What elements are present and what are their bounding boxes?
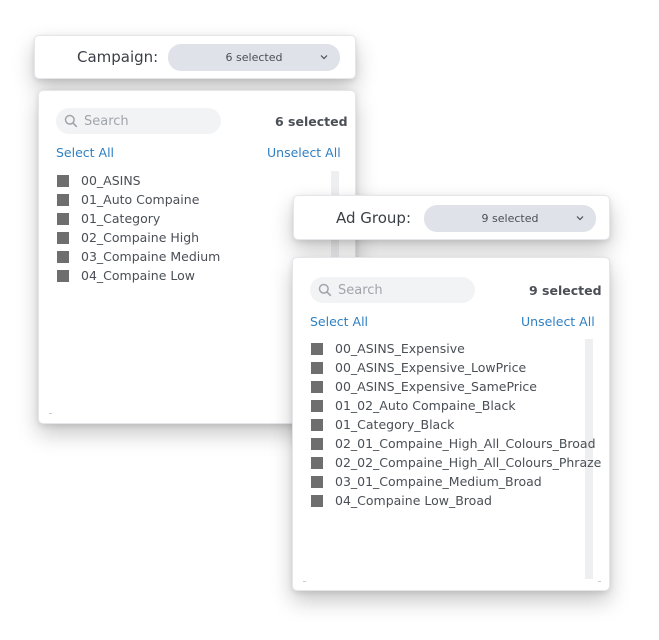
checkbox[interactable] (311, 437, 323, 450)
list-item[interactable]: 04_Compaine Low (57, 266, 220, 285)
list-item[interactable]: 00_ASINS (57, 171, 220, 190)
checkbox[interactable] (311, 380, 323, 393)
ad-group-dropdown[interactable]: 9 selected (424, 205, 596, 232)
list-item[interactable]: 03_Compaine Medium (57, 247, 220, 266)
ad-group-dropdown-value: 9 selected (481, 212, 539, 225)
list-item-label: 01_Category (81, 211, 161, 226)
checkbox[interactable] (311, 475, 323, 488)
ad-group-search-input[interactable]: Search (310, 277, 475, 303)
chevron-down-icon (576, 216, 584, 221)
checkbox[interactable] (311, 456, 323, 469)
campaign-search-placeholder: Search (84, 113, 129, 129)
list-item-label: 00_ASINS_Expensive (335, 341, 465, 356)
checkbox[interactable] (311, 494, 323, 507)
ad-group-dropdown-panel: Search 9 selected Select All Unselect Al… (292, 257, 610, 591)
list-item-label: 02_01_Compaine_High_All_Colours_Broad (335, 436, 596, 451)
campaign-dropdown[interactable]: 6 selected (168, 44, 340, 71)
list-item[interactable]: 01_Category (57, 209, 220, 228)
list-item-label: 03_01_Compaine_Medium_Broad (335, 474, 542, 489)
list-item[interactable]: 01_Category_Black (311, 415, 601, 434)
campaign-search-input[interactable]: Search (56, 108, 221, 134)
checkbox[interactable] (311, 418, 323, 431)
checkbox[interactable] (57, 193, 69, 206)
list-item-label: 00_ASINS_Expensive_SamePrice (335, 379, 537, 394)
list-item[interactable]: 00_ASINS_Expensive_LowPrice (311, 358, 601, 377)
list-item[interactable]: 01_02_Auto Compaine_Black (311, 396, 601, 415)
checkbox[interactable] (311, 342, 323, 355)
campaign-select-all-link[interactable]: Select All (56, 145, 114, 160)
campaign-options-list: 00_ASINS 01_Auto Compaine 01_Category 02… (57, 171, 220, 285)
resize-corner (598, 581, 601, 582)
checkbox[interactable] (57, 174, 69, 187)
checkbox[interactable] (311, 399, 323, 412)
checkbox[interactable] (57, 212, 69, 225)
list-item[interactable]: 00_ASINS_Expensive_SamePrice (311, 377, 601, 396)
checkbox[interactable] (57, 250, 69, 263)
ad-group-filter-header: Ad Group: 9 selected (293, 195, 610, 240)
filter-stage: Campaign: 6 selected Search 6 selected S… (0, 0, 659, 640)
list-item[interactable]: 04_Compaine Low_Broad (311, 491, 601, 510)
list-item-label: 02_Compaine High (81, 230, 200, 245)
chevron-down-icon (320, 55, 328, 60)
campaign-label: Campaign: (77, 48, 159, 66)
list-item-label: 01_Auto Compaine (81, 192, 200, 207)
list-item-label: 01_Category_Black (335, 417, 455, 432)
campaign-selected-count: 6 selected (275, 114, 348, 129)
search-icon (318, 283, 332, 297)
list-item-label: 01_02_Auto Compaine_Black (335, 398, 516, 413)
list-item[interactable]: 00_ASINS_Expensive (311, 339, 601, 358)
list-item[interactable]: 03_01_Compaine_Medium_Broad (311, 472, 601, 491)
checkbox[interactable] (57, 231, 69, 244)
ad-group-selected-count: 9 selected (529, 283, 602, 298)
list-item-label: 00_ASINS (81, 173, 141, 188)
resize-corner (303, 581, 306, 582)
list-item-label: 04_Compaine Low (81, 268, 195, 283)
search-icon (64, 114, 78, 128)
list-item[interactable]: 02_02_Compaine_High_All_Colours_Phraze (311, 453, 601, 472)
list-item-label: 04_Compaine Low_Broad (335, 493, 492, 508)
ad-group-select-all-link[interactable]: Select All (310, 314, 368, 329)
ad-group-options-list: 00_ASINS_Expensive 00_ASINS_Expensive_Lo… (311, 339, 601, 510)
campaign-filter-header: Campaign: 6 selected (34, 35, 356, 79)
list-item-label: 03_Compaine Medium (81, 249, 221, 264)
list-item-label: 00_ASINS_Expensive_LowPrice (335, 360, 527, 375)
ad-group-search-placeholder: Search (338, 282, 383, 298)
list-item[interactable]: 01_Auto Compaine (57, 190, 220, 209)
checkbox[interactable] (311, 361, 323, 374)
list-item[interactable]: 02_Compaine High (57, 228, 220, 247)
campaign-dropdown-value: 6 selected (225, 51, 283, 64)
list-item-label: 02_02_Compaine_High_All_Colours_Phraze (335, 455, 602, 470)
resize-corner (49, 413, 52, 414)
campaign-unselect-all-link[interactable]: Unselect All (267, 145, 341, 160)
list-item[interactable]: 02_01_Compaine_High_All_Colours_Broad (311, 434, 601, 453)
checkbox[interactable] (57, 269, 69, 282)
ad-group-unselect-all-link[interactable]: Unselect All (521, 314, 595, 329)
ad-group-label: Ad Group: (336, 209, 412, 227)
